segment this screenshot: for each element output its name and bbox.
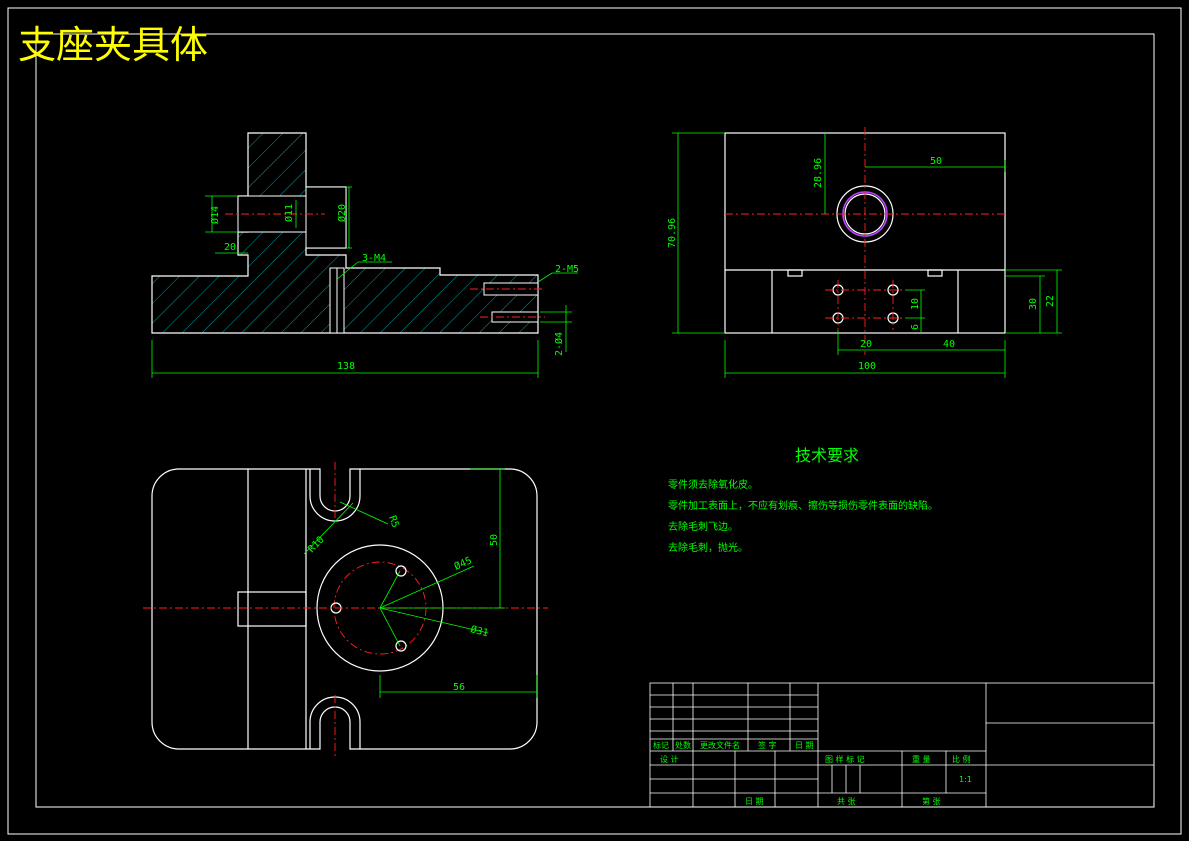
dim-d45: Ø45 [452, 554, 473, 572]
dim-50-top: 50 [489, 534, 500, 546]
drawing-title: 支座夹具体 [18, 23, 208, 67]
cad-drawing: 支座夹具体 138 Ø14 Ø11 Ø20 20 3-M4 2-M5 2-Ø4 … [7, 7, 1182, 835]
top-view: Ø45 Ø31 R10 R5 50 56 [143, 462, 548, 756]
dim-30: 30 [1028, 298, 1039, 310]
dim-10: 10 [910, 298, 921, 310]
tb-stage-label: 图 样 标 记 [825, 754, 865, 764]
tb-label-mark: 标记 [653, 740, 669, 750]
dim-r10: R10 [306, 534, 326, 555]
callout-2m5: 2-M5 [555, 264, 579, 275]
dim-100: 100 [858, 361, 876, 372]
dim-d31: Ø31 [469, 623, 489, 639]
section-view: 138 Ø14 Ø11 Ø20 20 3-M4 2-M5 2-Ø4 [151, 132, 579, 378]
tech-requirements: 技术要求 零件须去除氧化皮。 零件加工表面上，不应有划痕、擦伤等损伤零件表面的缺… [668, 446, 938, 554]
dim-2896: 28.96 [813, 158, 824, 188]
dim-20-side: 20 [860, 339, 872, 350]
dim-d20: Ø20 [336, 204, 348, 222]
side-view: 70.96 28.96 50 100 20 40 10 6 30 22 [667, 127, 1062, 378]
tb-label-count: 处数 [675, 740, 691, 750]
dim-56: 56 [453, 682, 465, 693]
callout-3m4: 3-M4 [362, 253, 386, 264]
tb-label-date: 日 期 [795, 741, 814, 750]
tech-req-item-2: 零件加工表面上，不应有划痕、擦伤等损伤零件表面的缺陷。 [668, 499, 938, 512]
dim-6: 6 [910, 324, 921, 330]
tb-label-sign: 签 字 [758, 740, 777, 750]
dim-7096: 70.96 [667, 218, 678, 248]
dim-r5: R5 [386, 514, 400, 529]
dim-2d4: 2-Ø4 [553, 332, 565, 356]
tb-sheets-total: 共 张 [837, 797, 856, 806]
tb-weight-label: 重 量 [912, 754, 931, 764]
dim-138: 138 [337, 361, 355, 372]
dim-d11: Ø11 [283, 204, 295, 222]
tb-design: 设 计 [660, 754, 679, 764]
tb-label-doc: 更改文件名 [700, 740, 740, 750]
dim-50-side: 50 [930, 156, 942, 167]
dim-40: 40 [943, 339, 955, 350]
tb-scale-value: 1:1 [959, 775, 972, 784]
dim-20: 20 [224, 242, 236, 253]
dim-d14: Ø14 [209, 206, 221, 224]
tech-req-item-1: 零件须去除氧化皮。 [668, 478, 758, 491]
tech-req-item-3: 去除毛刺飞边。 [668, 520, 738, 533]
tb-sheet-no: 第 张 [922, 796, 941, 806]
tb-date: 日 期 [745, 797, 764, 806]
tb-scale-label: 比 例 [952, 754, 971, 764]
tech-req-item-4: 去除毛刺，抛光。 [668, 541, 748, 554]
tech-req-heading: 技术要求 [795, 446, 859, 465]
outer-frame [7, 7, 1182, 835]
dim-22: 22 [1045, 295, 1056, 307]
title-block-text: 标记 处数 更改文件名 签 字 日 期 设 计 日 期 图 样 标 记 重 量 … [653, 740, 972, 806]
